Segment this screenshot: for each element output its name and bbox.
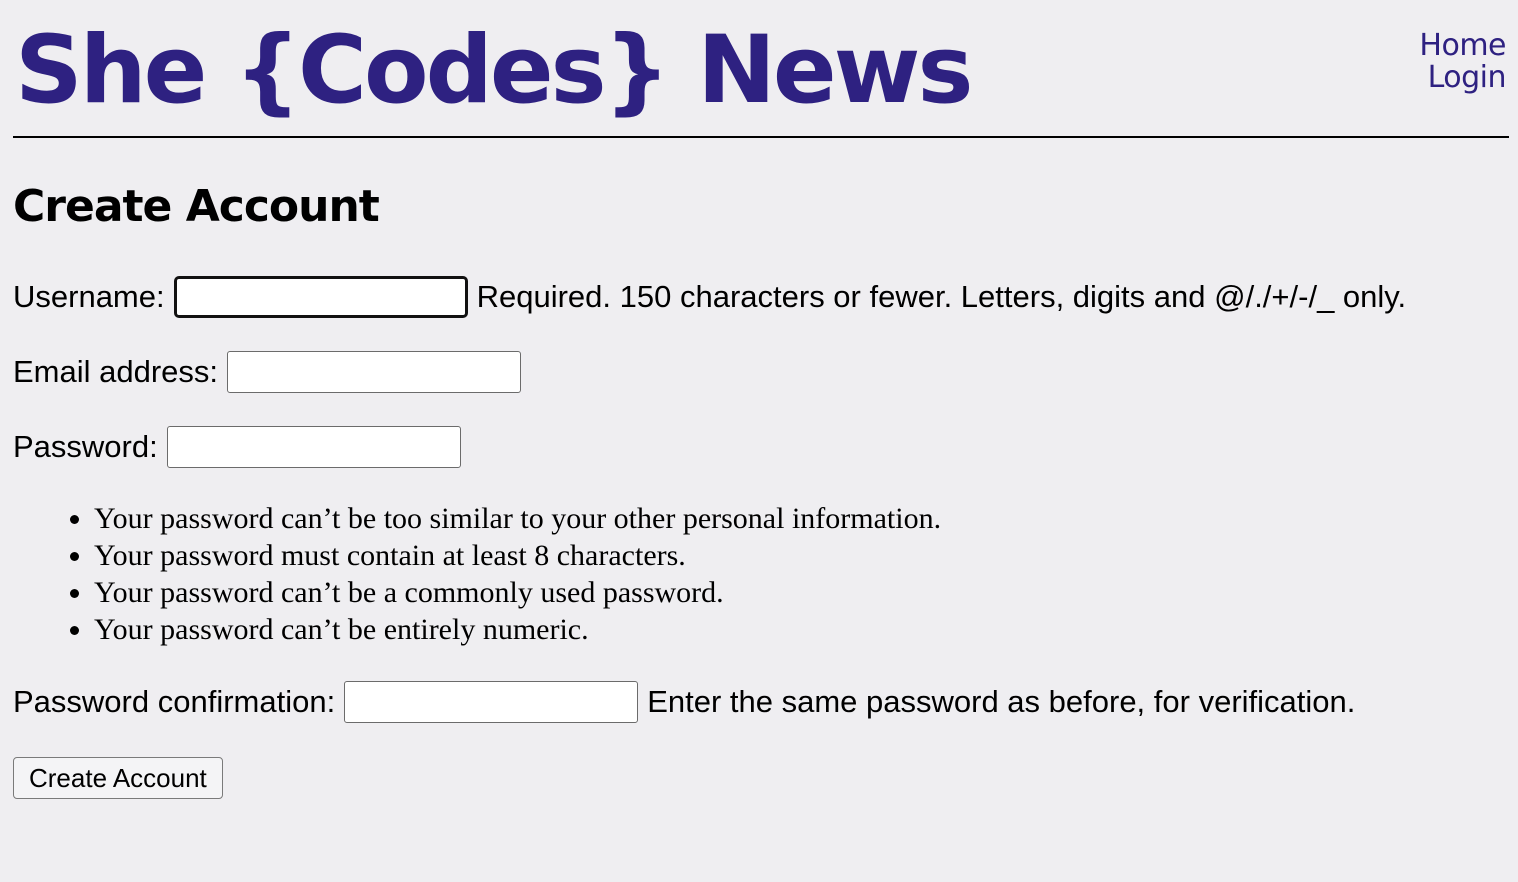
password-rule: Your password can’t be a commonly used p… [94, 574, 941, 611]
password-rules-list: Your password can’t be too similar to yo… [13, 500, 941, 648]
nav-login-link[interactable]: Login [1419, 62, 1507, 94]
email-input[interactable] [227, 351, 522, 393]
password-confirmation-label: Password confirmation: [13, 684, 336, 719]
email-row: Email address: [13, 351, 522, 393]
nav-home-link[interactable]: Home [1419, 30, 1506, 62]
main-nav: Home Login [1419, 30, 1506, 94]
site-title: She {Codes} News [15, 16, 973, 125]
password-input[interactable] [166, 426, 461, 468]
site-header: She {Codes} News Home Login [13, 0, 1509, 138]
password-confirmation-help-text: Enter the same password as before, for v… [647, 684, 1356, 719]
username-row: Username: Required. 150 characters or fe… [13, 276, 1406, 318]
password-row: Password: [13, 426, 461, 468]
email-label: Email address: [13, 354, 219, 389]
password-rule: Your password can’t be entirely numeric. [94, 611, 941, 648]
username-label: Username: [13, 279, 165, 314]
create-account-button[interactable]: Create Account [13, 757, 223, 799]
password-rule: Your password can’t be too similar to yo… [94, 500, 941, 537]
password-rule: Your password must contain at least 8 ch… [94, 537, 941, 574]
password-confirmation-row: Password confirmation: Enter the same pa… [13, 681, 1355, 723]
username-help-text: Required. 150 characters or fewer. Lette… [476, 279, 1407, 314]
password-label: Password: [13, 429, 158, 464]
page-title: Create Account [13, 181, 380, 232]
username-input[interactable] [173, 276, 468, 318]
password-confirmation-input[interactable] [344, 681, 639, 723]
